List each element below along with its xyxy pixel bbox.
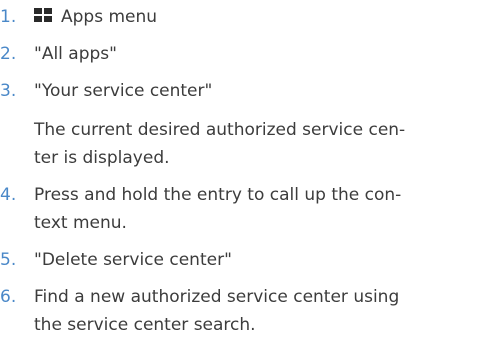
- step-number: 6.: [0, 287, 17, 307]
- step-text-line-2: the service center search.: [34, 315, 256, 335]
- note-text: ter is displayed.: [34, 148, 170, 168]
- step-text-line-2: text menu.: [34, 213, 127, 233]
- step-text: "Delete service center": [34, 250, 232, 270]
- note-text: The current desired authorized service c…: [34, 120, 406, 140]
- apps-grid-icon: [34, 8, 53, 23]
- step-text-line-1: Press and hold the entry to call up the …: [34, 185, 402, 205]
- step-number: 3.: [0, 81, 17, 101]
- step-number: 4.: [0, 185, 17, 205]
- step-number: 1.: [0, 7, 17, 27]
- step-number: 5.: [0, 250, 17, 270]
- step-text: Apps menu: [34, 2, 157, 32]
- step-text: "All apps": [34, 44, 117, 64]
- step-number: 2.: [0, 44, 17, 64]
- step-text-line-1: Find a new authorized service center usi…: [34, 287, 400, 307]
- apps-menu-label: Apps menu: [61, 7, 158, 27]
- step-text: "Your service center": [34, 81, 213, 101]
